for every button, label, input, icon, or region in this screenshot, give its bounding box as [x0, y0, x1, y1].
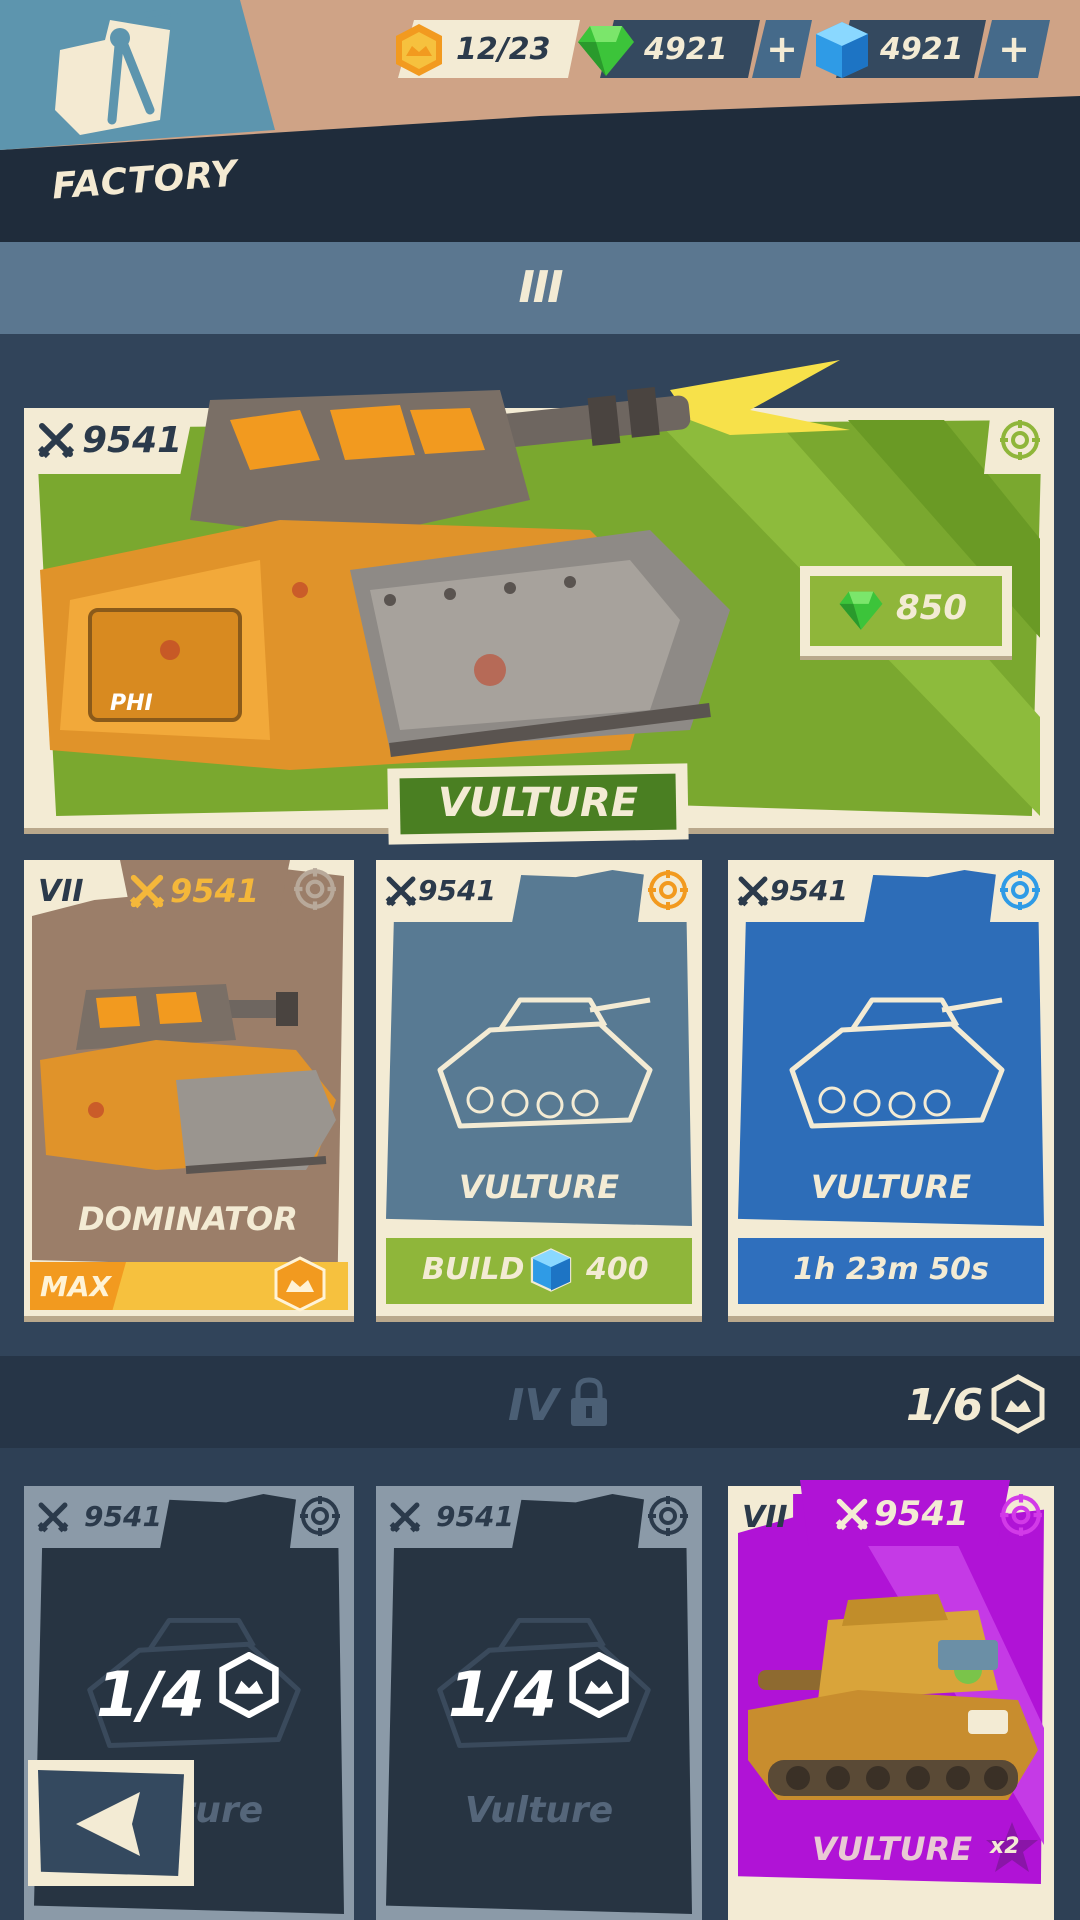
power-rating: 9541 [84, 1500, 162, 1533]
vehicle-name: DOMINATOR [78, 1200, 298, 1238]
vehicle-name: VULTURE [812, 1830, 973, 1868]
blueprint-count: 1/4 [448, 1658, 557, 1731]
power-rating: 9541 [170, 872, 260, 910]
svg-text:PHI: PHI [110, 691, 153, 716]
gear-target-icon [300, 1496, 340, 1536]
crossed-swords-icon [835, 1498, 869, 1531]
crossed-swords-icon [389, 1502, 421, 1533]
build-cost: 400 [586, 1252, 649, 1287]
dominator-tank-image [40, 984, 336, 1174]
gear-target-icon [1000, 1494, 1042, 1536]
blueprint-count: 1/4 [96, 1658, 205, 1731]
cube-balance-text: 4921 [880, 32, 964, 67]
rank-chevron-icon [991, 1374, 1045, 1434]
max-status-label: MAX [40, 1270, 112, 1303]
gear-target-icon [1000, 420, 1040, 460]
rank-chevron-icon [219, 1652, 279, 1718]
compass-wrench-icon [55, 10, 179, 135]
vehicle-name: VULTURE [458, 1168, 620, 1206]
crossed-swords-icon [737, 876, 769, 907]
vulture-tank-image [748, 1594, 1038, 1800]
crossed-swords-icon [37, 423, 75, 459]
price-label: 850 [896, 588, 967, 628]
power-rating: 9541 [436, 1500, 514, 1533]
rank-chevron-icon [396, 24, 442, 76]
green-gem-icon [839, 591, 883, 630]
green-gem-icon [578, 26, 634, 76]
vehicle-name: Vulture [464, 1790, 614, 1831]
tank-blueprint-image [437, 997, 653, 1129]
build-timer: 1h 23m 50s [793, 1252, 989, 1287]
gear-target-icon [648, 870, 688, 910]
blue-cube-icon [530, 1248, 572, 1292]
tier-label: VII [742, 1500, 788, 1535]
gear-target-icon [648, 1496, 688, 1536]
crossed-swords-icon [37, 1502, 69, 1533]
gem-balance-text: 4921 [644, 32, 728, 67]
crossed-swords-icon [385, 876, 417, 907]
back-arrow-icon [76, 1792, 140, 1856]
build-button-label: BUILD [422, 1252, 525, 1287]
rank-chevron-icon [274, 1256, 326, 1312]
rank-chevron-icon [569, 1652, 629, 1718]
gear-target-icon [1000, 870, 1040, 910]
tier-label: VII [38, 874, 84, 909]
padlock-icon [571, 1377, 607, 1426]
power-rating: 9541 [418, 874, 496, 907]
gear-target-icon [294, 868, 336, 910]
tier-unlock-progress: 1/6 [906, 1380, 984, 1431]
tank-blueprint-image [789, 997, 1005, 1129]
card-multiplier: x2 [990, 1834, 1020, 1859]
tier-label: III [518, 262, 563, 313]
power-rating: 9541 [874, 1494, 969, 1534]
vehicle-name: VULTURE [810, 1168, 972, 1206]
crossed-swords-icon [129, 874, 165, 909]
rank-progress-text: 12/23 [456, 32, 551, 67]
power-rating: 9541 [82, 420, 183, 461]
tier-label: IV [508, 1380, 559, 1431]
power-rating: 9541 [770, 874, 848, 907]
vehicle-name: VULTURE [437, 780, 639, 826]
blue-cube-icon [816, 22, 868, 78]
